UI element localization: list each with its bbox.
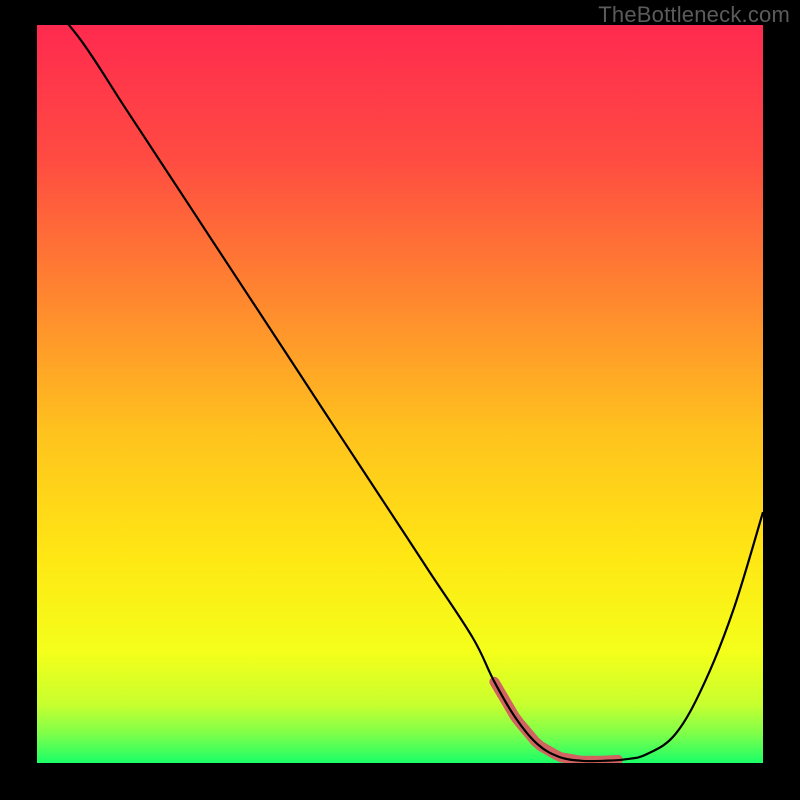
chart-background	[37, 25, 763, 763]
chart-svg	[37, 25, 763, 763]
watermark-label: TheBottleneck.com	[598, 2, 790, 28]
chart-plot-area	[37, 25, 763, 763]
